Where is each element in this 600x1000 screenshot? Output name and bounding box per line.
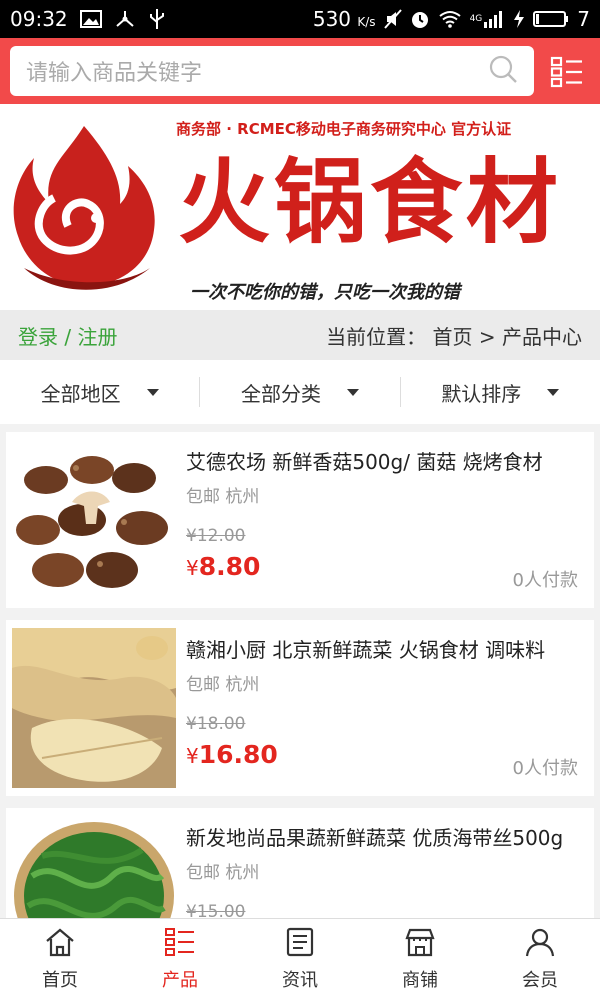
search-placeholder: 请输入商品关键字 [26,61,203,86]
product-title[interactable]: 艾德农场 新鲜香菇500g/ 菌菇 烧烤食材 [186,446,584,475]
slogan-text: 一次不吃你的错，只吃一次我的错 [190,282,460,303]
news-icon [284,927,316,962]
shiitake-mushroom-image[interactable] [12,440,176,600]
shop-icon [404,927,436,962]
product-shipping: 包邮 杭州 [186,487,260,507]
brand-name: 火锅食材 [178,148,563,256]
tab-news[interactable]: 资讯 [240,919,360,1000]
flame-logo [4,118,164,308]
caret-down-icon [346,388,359,396]
wifi-icon [438,10,462,28]
product-card[interactable]: 艾德农场 新鲜香菇500g/ 菌菇 烧烤食材 包邮 杭州 ¥12.00 ¥8.8… [6,432,594,608]
list-icon [164,927,196,962]
battery-icon [533,10,569,28]
status-time: 09:32 [10,7,68,31]
product-shipping: 包邮 杭州 [186,863,260,883]
paid-count: 0人付款 [512,570,578,591]
product-title[interactable]: 新发地尚品果蔬新鲜蔬菜 优质海带丝500g [186,822,584,851]
search-icon[interactable] [488,54,518,88]
image-icon [79,10,102,28]
product-shipping: 包邮 杭州 [186,675,260,695]
breadcrumb: 当前位置： 首页 > 产品中心 [326,324,582,349]
ginger-image[interactable] [12,628,176,788]
tab-shops[interactable]: 商铺 [360,919,480,1000]
net-speed: 530 K/s [312,7,376,31]
breadcrumb-bar: 登录 / 注册 当前位置： 首页 > 产品中心 [0,310,600,360]
bottom-tab-bar: 首页 产品 资讯 商铺 会员 [0,918,600,1000]
user-icon [524,927,556,962]
tab-label: 首页 [42,970,78,991]
filter-bar: 全部地区 全部分类 默认排序 [0,360,600,424]
product-price: ¥16.80 [186,740,278,769]
charging-icon [513,9,525,29]
caret-down-icon [547,388,560,396]
original-price: ¥12.00 [186,526,246,546]
search-header: 请输入商品关键字 [0,38,600,104]
product-price: ¥8.80 [186,552,261,581]
usb-icon [148,8,166,30]
login-register-link[interactable]: 登录 / 注册 [18,321,117,350]
tab-home[interactable]: 首页 [0,919,120,1000]
tab-label: 产品 [162,970,198,991]
tab-label: 资讯 [282,970,318,991]
product-list: 艾德农场 新鲜香菇500g/ 菌菇 烧烤食材 包邮 杭州 ¥12.00 ¥8.8… [0,432,600,996]
tab-products[interactable]: 产品 [120,919,240,1000]
status-bar: 09:32 530 K/s 4G 7 [0,0,600,38]
search-input[interactable]: 请输入商品关键字 [10,46,534,96]
filter-sort[interactable]: 默认排序 [399,377,600,407]
tab-member[interactable]: 会员 [480,919,600,1000]
paid-count: 0人付款 [512,758,578,779]
mute-icon [383,9,402,29]
tab-label: 会员 [522,970,558,991]
filter-label: 默认排序 [441,381,522,406]
filter-region[interactable]: 全部地区 [0,377,199,407]
product-title[interactable]: 赣湘小厨 北京新鲜蔬菜 火锅食材 调味料 [186,634,584,663]
signal-icon: 4G [470,10,506,28]
original-price: ¥18.00 [186,714,246,734]
filter-label: 全部分类 [240,381,321,406]
menu-icon[interactable] [550,56,584,88]
brand-banner[interactable]: 商务部 · RCMEC移动电子商务研究中心 官方认证 火锅食材 一次不吃你的错，… [0,104,600,310]
battery-level: 7 [577,7,590,31]
alarm-icon [410,9,430,29]
tab-label: 商铺 [402,970,438,991]
certification-text: 商务部 · RCMEC移动电子商务研究中心 官方认证 [176,120,512,138]
filter-label: 全部地区 [40,381,121,406]
product-card[interactable]: 赣湘小厨 北京新鲜蔬菜 火锅食材 调味料 包邮 杭州 ¥18.00 ¥16.80… [6,620,594,796]
usb-tether-icon [114,9,136,29]
filter-category[interactable]: 全部分类 [199,377,399,407]
caret-down-icon [146,388,159,396]
home-icon [44,927,76,962]
